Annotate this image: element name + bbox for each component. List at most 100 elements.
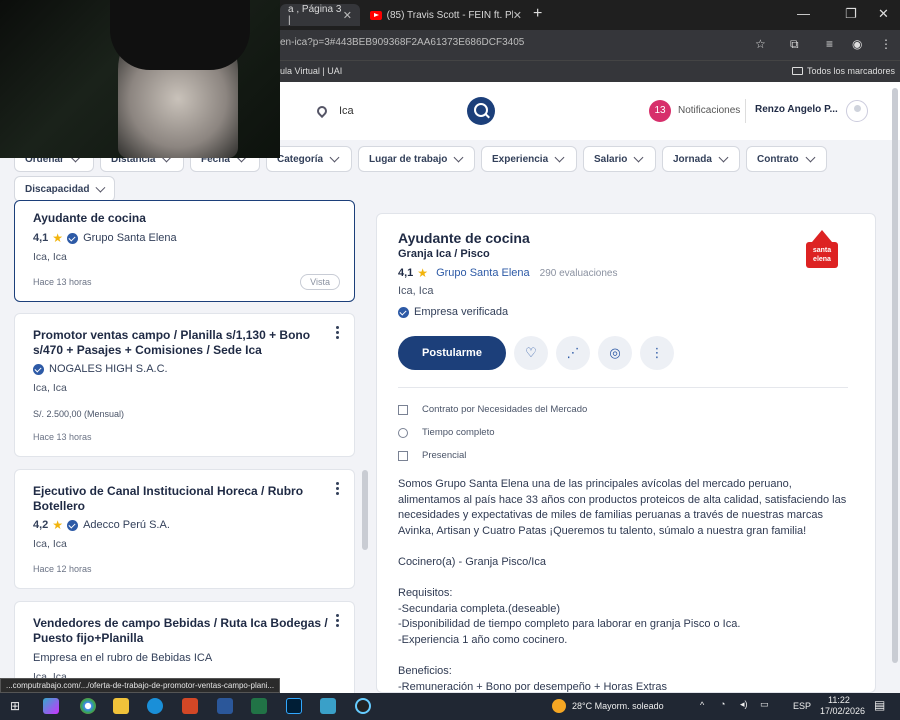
windows-start-icon[interactable]: ⊞	[10, 699, 20, 713]
close-window-icon[interactable]: ✕	[878, 6, 889, 22]
rating-value: 4,1	[33, 232, 49, 244]
job-location: Ica, Ica	[33, 251, 67, 263]
apply-button[interactable]: Postularme	[398, 336, 506, 370]
share-icon[interactable]: ⋰	[556, 336, 590, 370]
job-company-row: 4,2 ★ Adecco Perú S.A.	[33, 518, 170, 532]
contract-label: Contrato por Necesidades del Mercado	[422, 404, 588, 415]
job-title[interactable]: Ayudante de cocina	[33, 211, 328, 226]
excel-icon[interactable]	[251, 698, 267, 714]
star-icon: ★	[52, 518, 64, 532]
notification-center-icon[interactable]: ▤	[874, 698, 885, 712]
copilot-icon[interactable]	[43, 698, 59, 714]
edge-icon[interactable]	[147, 698, 163, 714]
file-explorer-icon[interactable]	[113, 698, 129, 714]
briefcase-icon	[398, 404, 408, 415]
avatar[interactable]	[846, 100, 868, 122]
job-location: Ica, Ica	[33, 538, 67, 550]
job-card-ayudante-de-cocina[interactable]: Ayudante de cocina 4,1 ★ Grupo Santa Ele…	[14, 200, 355, 302]
location-value: Ica	[339, 105, 354, 117]
company-link[interactable]: Grupo Santa Elena	[436, 267, 530, 279]
job-card-promotor-ventas[interactable]: Promotor ventas campo / Planilla s/1,130…	[14, 313, 355, 457]
language-indicator[interactable]: ESP	[793, 701, 811, 711]
list-scrollbar[interactable]	[362, 470, 368, 550]
bookmarks-all-label: Todos los marcadores	[807, 66, 896, 76]
photoshop-icon[interactable]	[286, 698, 302, 714]
verified-icon	[33, 363, 44, 375]
weather-icon[interactable]	[552, 699, 566, 713]
divider	[745, 99, 746, 123]
evaluations-link[interactable]: 290 evaluaciones	[540, 268, 618, 279]
word-icon[interactable]	[217, 698, 233, 714]
chevron-down-icon	[718, 152, 729, 162]
company-name[interactable]: NOGALES HIGH S.A.C.	[49, 363, 168, 375]
tab-youtube[interactable]: (85) Travis Scott - FEIN ft. Playb ✕	[362, 4, 530, 26]
maximize-icon[interactable]: ❐	[845, 6, 857, 22]
notifications-link[interactable]: Notificaciones	[678, 105, 740, 116]
job-company-row: NOGALES HIGH S.A.C.	[33, 363, 168, 375]
job-location: Ica, Ica	[33, 382, 67, 394]
weather-text[interactable]: 28°C Mayorm. soleado	[572, 701, 664, 711]
hide-icon[interactable]: ◎	[598, 336, 632, 370]
description-paragraph: Cocinero(a) - Granja Pisco/Ica	[398, 555, 546, 568]
job-posted-time: Hace 13 horas	[33, 277, 92, 287]
filter-jornada[interactable]: Jornada	[662, 146, 740, 172]
more-options-icon[interactable]	[336, 482, 340, 497]
logo-shape	[812, 230, 832, 242]
filter-discapacidad[interactable]: Discapacidad	[14, 176, 115, 202]
bookmark-all-folders[interactable]: Todos los marcadores	[792, 66, 895, 76]
viewed-badge: Vista	[300, 274, 340, 290]
page-scrollbar[interactable]	[892, 88, 898, 663]
tray-chevron-icon[interactable]: ^	[700, 700, 704, 710]
filter-experiencia[interactable]: Experiencia	[481, 146, 577, 172]
obs-icon[interactable]	[355, 698, 371, 714]
filter-contrato[interactable]: Contrato	[746, 146, 827, 172]
minimize-icon[interactable]: —	[797, 6, 810, 21]
job-detail-panel: Ayudante de cocina Granja Ica / Pisco 4,…	[376, 213, 876, 693]
heart-icon[interactable]: ♡	[514, 336, 548, 370]
new-tab-icon[interactable]: +	[533, 5, 542, 23]
job-title[interactable]: Promotor ventas campo / Planilla s/1,130…	[33, 328, 328, 358]
tab-computrabajo[interactable]: a , Página 3 | ✕	[280, 4, 360, 26]
extensions-icon[interactable]: ⧉	[790, 37, 799, 52]
filter-label: Jornada	[673, 153, 712, 165]
battery-icon[interactable]: ▭	[760, 699, 769, 710]
app-icon[interactable]	[320, 698, 336, 714]
menu-icon[interactable]: ⋮	[880, 37, 892, 51]
profile-icon[interactable]: ◉	[852, 37, 862, 51]
company-logo[interactable]: santa elena	[804, 230, 840, 270]
more-options-icon[interactable]	[336, 326, 340, 341]
search-button[interactable]	[467, 97, 495, 125]
more-options-icon[interactable]	[336, 614, 340, 629]
clock-icon	[398, 427, 408, 438]
detail-subtitle: Granja Ica / Pisco	[398, 248, 490, 260]
bookmark-item[interactable]: ula Virtual | UAI	[280, 66, 342, 76]
filter-label: Discapacidad	[25, 183, 90, 195]
notifications-badge[interactable]: 13	[649, 100, 671, 122]
star-icon[interactable]: ☆	[755, 37, 766, 51]
divider	[398, 387, 848, 388]
filter-salario[interactable]: Salario	[583, 146, 656, 172]
company-name[interactable]: Adecco Perú S.A.	[83, 519, 170, 531]
company-name[interactable]: Grupo Santa Elena	[83, 232, 177, 244]
star-icon: ★	[417, 266, 429, 280]
close-icon[interactable]: ✕	[513, 9, 522, 22]
filter-lugar-de-trabajo[interactable]: Lugar de trabajo	[358, 146, 475, 172]
powerpoint-icon[interactable]	[182, 698, 198, 714]
media-icon[interactable]: ≡	[826, 37, 833, 51]
filter-label: Lugar de trabajo	[369, 153, 448, 165]
user-name[interactable]: Renzo Angelo P...	[755, 104, 838, 115]
company-name[interactable]: Empresa en el rubro de Bebidas ICA	[33, 652, 212, 664]
clock-date[interactable]: 17/02/2026	[820, 706, 865, 716]
job-title[interactable]: Ejecutivo de Canal Institucional Horeca …	[33, 484, 328, 514]
chrome-icon[interactable]	[80, 698, 96, 714]
job-title[interactable]: Vendedores de campo Bebidas / Ruta Ica B…	[33, 616, 328, 646]
folder-icon	[792, 67, 803, 75]
close-icon[interactable]: ✕	[343, 9, 352, 22]
volume-icon[interactable]: ◂)	[740, 699, 748, 710]
url-field[interactable]: en-ica?p=3#443BEB909368F2AA61373E686DCF3…	[280, 37, 524, 48]
wifi-icon[interactable]: ◔	[720, 699, 725, 709]
job-card-ejecutivo-canal[interactable]: Ejecutivo de Canal Institucional Horeca …	[14, 469, 355, 589]
more-options-icon[interactable]: ⋮	[640, 336, 674, 370]
building-icon	[398, 450, 408, 461]
clock-time[interactable]: 11:22	[828, 695, 850, 705]
